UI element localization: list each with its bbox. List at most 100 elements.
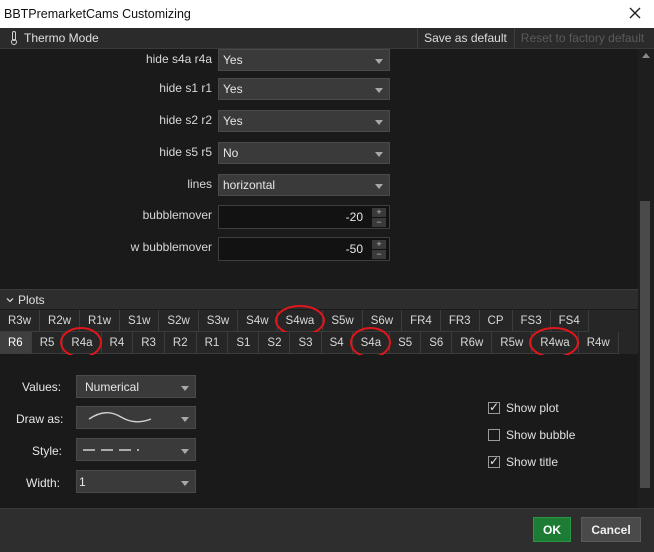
dropdown-value: Yes	[223, 82, 243, 96]
ok-button[interactable]: OK	[533, 517, 571, 542]
plot-tab-fr4[interactable]: FR4	[402, 310, 441, 332]
plot-tab-r2w[interactable]: R2w	[40, 310, 81, 332]
input-number-bubblemover[interactable]: -20 + −	[218, 205, 390, 229]
plot-tab-s4[interactable]: S4	[321, 332, 353, 354]
plot-tab-r4a[interactable]: R4a	[60, 327, 103, 358]
chevron-down-icon	[6, 298, 14, 303]
highlight-circle-annotation	[349, 327, 391, 358]
number-value: -50	[345, 242, 363, 256]
input-label: lines	[187, 177, 212, 191]
plot-tab-r5[interactable]: R5	[31, 332, 64, 354]
decrement-icon[interactable]: −	[372, 250, 386, 259]
input-row-lines: lines horizontal	[0, 174, 638, 196]
save-as-default-button[interactable]: Save as default	[417, 28, 513, 48]
thermometer-icon	[11, 31, 17, 45]
show-title-checkbox[interactable]: Show title	[488, 454, 559, 469]
values-value: Numerical	[85, 380, 140, 394]
checkbox-checked-icon	[488, 400, 500, 414]
dialog-footer: OK Cancel	[0, 508, 654, 552]
thermo-mode-button[interactable]: Thermo Mode	[10, 30, 99, 46]
draw-as-dropdown[interactable]	[76, 406, 196, 429]
input-row-hide-s1-r1: hide s1 r1 Yes	[0, 78, 638, 100]
input-number-w-bubblemover[interactable]: -50 + −	[218, 237, 390, 261]
increment-icon[interactable]: +	[372, 240, 386, 249]
plot-tab-s6w[interactable]: S6w	[362, 310, 403, 332]
plot-tab-fs4[interactable]: FS4	[550, 310, 589, 332]
plot-tab-s6[interactable]: S6	[421, 332, 453, 354]
checkbox-unchecked-icon	[488, 429, 500, 441]
scroll-up-icon[interactable]	[642, 53, 650, 58]
width-dropdown[interactable]: 1	[76, 470, 196, 493]
close-icon[interactable]	[626, 4, 644, 22]
decrement-icon[interactable]: −	[372, 218, 386, 227]
title-bar: BBTPremarketCams Customizing	[0, 0, 654, 28]
input-label: hide s1 r1	[159, 81, 212, 95]
plot-tab-cp[interactable]: CP	[479, 310, 513, 332]
toolbar: Thermo Mode Save as default Reset to fac…	[0, 28, 654, 49]
input-row-bubblemover: bubblemover -20 + −	[0, 205, 638, 229]
plot-tab-s2[interactable]: S2	[259, 332, 291, 354]
width-value: 1	[79, 475, 86, 489]
plot-tab-s4w[interactable]: S4w	[238, 310, 278, 332]
dropdown-arrow-icon	[375, 88, 383, 93]
cancel-button[interactable]: Cancel	[581, 517, 641, 542]
style-dropdown[interactable]	[76, 438, 196, 461]
input-dropdown-lines[interactable]: horizontal	[218, 174, 390, 196]
plot-tab-s1[interactable]: S1	[228, 332, 260, 354]
plot-tab-r3w[interactable]: R3w	[0, 310, 41, 332]
window-title: BBTPremarketCams Customizing	[4, 7, 191, 21]
increment-icon[interactable]: +	[372, 208, 386, 217]
show-bubble-label: Show bubble	[506, 428, 576, 442]
input-dropdown-hide-s2-r2[interactable]: Yes	[218, 110, 390, 132]
dropdown-arrow-icon	[181, 449, 189, 454]
show-bubble-checkbox[interactable]: Show bubble	[488, 428, 575, 442]
plot-tab-s4a[interactable]: S4a	[349, 327, 391, 358]
input-label: hide s5 r5	[159, 145, 212, 159]
plot-tab-r6[interactable]: R6	[0, 332, 32, 354]
show-plot-label: Show plot	[506, 401, 559, 415]
dropdown-arrow-icon	[181, 481, 189, 486]
input-dropdown-hide-s4a-r4a[interactable]: Yes	[218, 49, 390, 71]
width-label: Width:	[26, 476, 61, 490]
plot-tab-r2[interactable]: R2	[164, 332, 197, 354]
plot-tab-r4w[interactable]: R4w	[578, 332, 619, 354]
plot-tab-s5[interactable]: S5	[390, 332, 422, 354]
dropdown-value: Yes	[223, 53, 243, 67]
dropdown-value: No	[223, 146, 239, 160]
plot-tab-r4[interactable]: R4	[101, 332, 134, 354]
highlight-circle-annotation	[60, 327, 103, 358]
reset-factory-default-button[interactable]: Reset to factory default	[514, 28, 650, 48]
plot-tab-s5w[interactable]: S5w	[323, 310, 363, 332]
plot-tab-r4wa[interactable]: R4wa	[529, 327, 580, 358]
dropdown-arrow-icon	[375, 184, 383, 189]
plot-tab-fs3[interactable]: FS3	[512, 310, 551, 332]
input-dropdown-hide-s1-r1[interactable]: Yes	[218, 78, 390, 100]
plot-tab-s2w[interactable]: S2w	[159, 310, 199, 332]
highlight-circle-annotation	[529, 327, 580, 358]
input-label: w bubblemover	[130, 240, 212, 254]
checkbox-checked-icon	[488, 454, 500, 468]
plots-section-header[interactable]: Plots	[0, 289, 638, 309]
plot-tab-r5w[interactable]: R5w	[492, 332, 533, 354]
plot-tab-s3w[interactable]: S3w	[198, 310, 239, 332]
plot-tab-r1[interactable]: R1	[196, 332, 229, 354]
plot-tab-r3[interactable]: R3	[133, 332, 165, 354]
dropdown-arrow-icon	[375, 59, 383, 64]
number-value: -20	[345, 210, 363, 224]
scrollbar-thumb[interactable]	[640, 201, 650, 488]
show-title-label: Show title	[506, 455, 559, 469]
input-label: bubblemover	[142, 208, 212, 222]
plot-tab-s3[interactable]: S3	[290, 332, 322, 354]
input-row-hide-s2-r2: hide s2 r2 Yes	[0, 110, 638, 132]
plot-tab-fr3[interactable]: FR3	[440, 310, 480, 332]
show-plot-checkbox[interactable]: Show plot	[488, 400, 559, 415]
dropdown-arrow-icon	[375, 152, 383, 157]
plot-tab-r1w[interactable]: R1w	[80, 310, 121, 332]
plot-tabs-row-2: R6 R5 R4a R4 R3 R2 R1 S1 S2 S3 S4 S4a S5 S6 R6w R5w R4wa…	[0, 327, 638, 358]
vertical-scrollbar[interactable]	[638, 49, 654, 508]
values-dropdown[interactable]: Numerical	[76, 375, 196, 398]
input-dropdown-hide-s5-r5[interactable]: No	[218, 142, 390, 164]
plot-tab-s1w[interactable]: S1w	[120, 310, 160, 332]
plot-tab-r6w[interactable]: R6w	[452, 332, 493, 354]
plot-tab-s4wa[interactable]: S4wa	[274, 305, 325, 336]
